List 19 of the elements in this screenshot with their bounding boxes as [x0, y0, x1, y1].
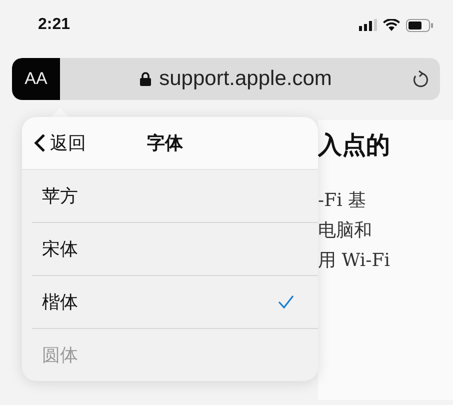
- chevron-left-icon: [34, 133, 46, 153]
- article-text: 用 Wi-Fi: [318, 249, 391, 273]
- article-text: -Fi 基: [318, 189, 368, 213]
- lock-icon: [140, 72, 152, 86]
- font-option[interactable]: 苹方: [32, 170, 318, 222]
- article-text: 入点的: [318, 130, 391, 160]
- battery-icon: [406, 18, 433, 32]
- font-option[interactable]: 宋体: [32, 222, 318, 275]
- font-option[interactable]: 楷体: [32, 275, 318, 328]
- reload-icon[interactable]: [412, 70, 428, 88]
- menu-title: 字体: [147, 132, 183, 155]
- text-size-button[interactable]: AA: [12, 58, 60, 100]
- article-text: 电脑和: [318, 219, 373, 243]
- wifi-icon: [383, 19, 400, 31]
- signal-icon: [359, 19, 377, 31]
- back-button[interactable]: 返回: [22, 131, 86, 155]
- status-time: 2:21: [38, 16, 70, 34]
- url-text: support.apple.com: [159, 67, 332, 91]
- address-bar[interactable]: AA support.apple.com: [12, 58, 440, 100]
